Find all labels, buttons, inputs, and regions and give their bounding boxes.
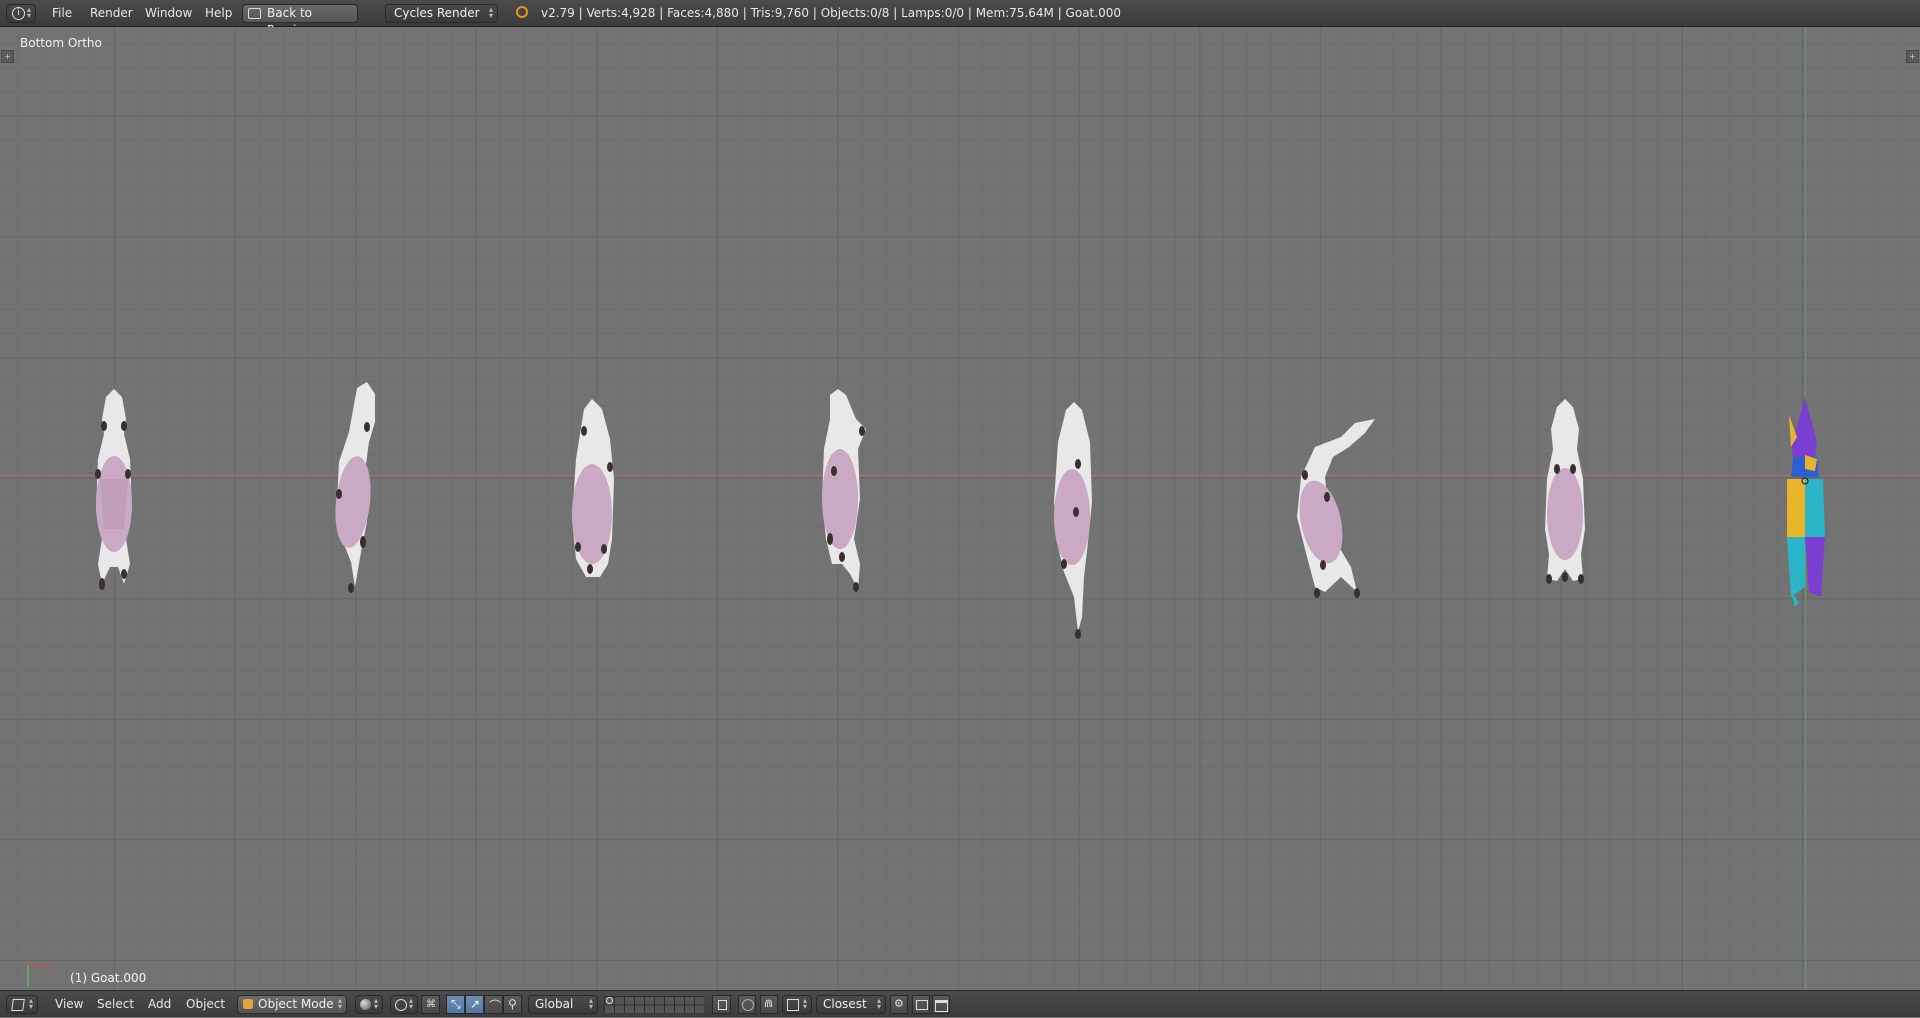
info-header: i ▴▾ File Render Window Help Back to Pre… — [0, 0, 1920, 37]
goat-mesh-3[interactable] — [560, 399, 630, 619]
transform-space-button[interactable]: ⚲ — [503, 995, 522, 1014]
3d-viewport[interactable]: Bottom Ortho + + (1) Goat.000 — [0, 27, 1920, 990]
scale-manipulator-button[interactable]: ⌒ — [484, 995, 503, 1014]
goat-mesh-selected[interactable] — [1775, 397, 1835, 637]
menu-render[interactable]: Render — [90, 0, 133, 27]
editor-type-button-3d[interactable]: ▴ ▾ — [6, 995, 38, 1014]
goat-mesh-1[interactable] — [84, 389, 144, 629]
proportional-icon — [742, 999, 754, 1011]
translate-manipulator-button[interactable]: ⤡ — [446, 995, 465, 1014]
manipulator-toggle[interactable]: ⌘ — [421, 995, 440, 1014]
mode-select[interactable]: Object Mode ▴ ▾ — [237, 995, 347, 1014]
menu-window[interactable]: Window — [145, 0, 192, 27]
x-axis-line — [0, 475, 1920, 476]
viewport-shading-select[interactable]: ▴ ▾ — [355, 995, 383, 1014]
toolshelf-toggle[interactable]: + — [1, 50, 14, 63]
layers-icon — [604, 996, 704, 1013]
proportional-edit-button[interactable] — [738, 995, 756, 1014]
editor-type-button[interactable]: i ▴ ▾ — [6, 4, 36, 23]
blender-logo-icon — [516, 6, 528, 18]
layers-grid[interactable] — [604, 996, 704, 1013]
scale-icon: ⌒ — [489, 999, 502, 1013]
object-mode-icon — [243, 999, 253, 1009]
active-object-label: (1) Goat.000 — [70, 971, 147, 985]
goat-mesh-2[interactable] — [325, 382, 395, 642]
goat-mesh-4[interactable] — [810, 389, 880, 639]
lock-icon — [718, 1000, 727, 1010]
rotate-icon: ↗ — [470, 997, 481, 1011]
goat-mesh-7[interactable] — [1535, 399, 1595, 629]
axis-gizmo — [27, 964, 54, 987]
transform-orientation-select[interactable]: Global ▴ ▾ — [528, 995, 598, 1014]
menu-select[interactable]: Select — [97, 991, 134, 1018]
3d-view-header: ▴ ▾ View Select Add Object Object Mode ▴ ▾… — [0, 990, 1920, 1017]
back-icon — [248, 8, 261, 19]
back-to-previous-button[interactable]: Back to Previous — [242, 4, 358, 37]
render-icon — [916, 1000, 928, 1010]
pivot-icon — [395, 999, 407, 1011]
align-rotation-button[interactable]: ⚙ — [890, 995, 908, 1014]
camera-icon — [935, 1000, 948, 1012]
menu-view[interactable]: View — [55, 991, 83, 1018]
manipulator-icon: ⌘ — [426, 999, 436, 1010]
lock-camera-button[interactable] — [712, 995, 731, 1014]
render-engine-select[interactable]: Cycles Render ▴ ▾ — [385, 4, 498, 23]
scene-statistics: v2.79 | Verts:4,928 | Faces:4,880 | Tris… — [541, 6, 1121, 20]
opengl-render-button[interactable] — [912, 995, 930, 1014]
snap-target-select[interactable]: Closest ▴ ▾ — [816, 995, 886, 1014]
menu-add[interactable]: Add — [148, 991, 171, 1018]
menu-file[interactable]: File — [52, 0, 72, 27]
rotate-manipulator-button[interactable]: ↗ — [465, 995, 484, 1014]
menu-help[interactable]: Help — [205, 0, 232, 27]
view-name-label: Bottom Ortho — [20, 36, 102, 50]
translate-icon: ⤡ — [451, 997, 461, 1011]
snap-toggle-button[interactable]: ⋒ — [760, 995, 778, 1014]
shading-sphere-icon — [360, 999, 371, 1010]
goat-mesh-6[interactable] — [1285, 417, 1385, 637]
snap-element-select[interactable]: ▴ ▾ — [782, 995, 812, 1014]
menu-object[interactable]: Object — [186, 991, 225, 1018]
pivot-point-select[interactable]: ▴ ▾ — [390, 995, 418, 1014]
info-icon: i — [12, 7, 25, 20]
opengl-animation-button[interactable] — [932, 995, 950, 1014]
snap-icon: ⋒ — [764, 997, 774, 1010]
goat-mesh-5[interactable] — [1040, 402, 1110, 672]
cube-icon — [11, 999, 25, 1011]
properties-toggle[interactable]: + — [1906, 50, 1919, 63]
